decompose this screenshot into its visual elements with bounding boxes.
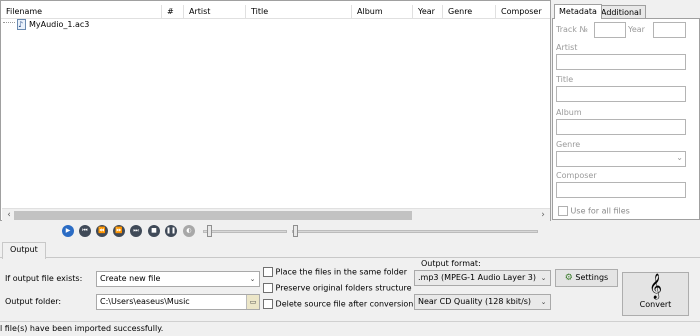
if-exists-select[interactable]: Create new file ⌄ [96,271,260,287]
position-slider[interactable] [292,230,538,233]
scrollbar-thumb[interactable] [14,211,412,220]
preserve-structure-label: Preserve original folders structure [275,283,412,293]
composer-field[interactable] [556,182,686,198]
column-header: Filename # Artist Title Album Year Genre… [1,5,550,19]
chevron-down-icon: ⌄ [540,298,547,306]
album-field[interactable] [556,119,686,135]
artist-label: Artist [556,43,578,52]
artist-field[interactable] [556,54,686,70]
column-album[interactable]: Album [352,5,413,19]
chevron-down-icon: ⌄ [540,274,547,282]
treble-clef-icon: 𝄞 [648,274,662,299]
chevron-down-icon: ⌄ [676,153,683,162]
volume-slider-thumb[interactable] [207,225,212,237]
settings-button[interactable]: ⚙ Settings [555,269,618,287]
quality-value: Near CD Quality (128 kbit/s) [418,297,532,306]
file-list[interactable]: Filename # Artist Title Album Year Genre… [0,0,551,221]
if-exists-value: Create new file [100,274,161,283]
genre-label: Genre [556,140,581,149]
output-settings: If output file exists: Create new file ⌄… [0,257,700,321]
same-folder-option[interactable]: Place the files in the same folder [263,267,407,277]
column-filename[interactable]: Filename [1,5,162,19]
skip-to-end-icon[interactable]: ⏭ [130,225,142,237]
convert-button[interactable]: 𝄞 Convert [622,272,689,316]
column-genre[interactable]: Genre [443,5,496,19]
convert-label: Convert [639,300,672,309]
file-name: MyAudio_1.ac3 [29,20,90,29]
genre-select[interactable]: ⌄ [556,151,686,167]
composer-label: Composer [556,171,597,180]
column-composer[interactable]: Composer [496,5,550,19]
column-number[interactable]: # [162,5,184,19]
column-year[interactable]: Year [413,5,443,19]
year-label: Year [628,25,645,34]
metadata-form: Track № Year Artist Title Album Genre ⌄ … [552,18,700,220]
skip-to-start-icon[interactable]: ⏮ [79,225,91,237]
use-for-all-checkbox[interactable] [558,206,568,216]
fast-forward-icon[interactable]: ⏩ [113,225,125,237]
volume-slider[interactable] [203,230,287,233]
output-folder-field[interactable]: C:\Users\easeus\Music ▭ [96,294,260,310]
volume-icon[interactable]: ◐ [183,225,195,237]
tab-output[interactable]: Output [2,242,46,259]
status-bar: l file(s) have been imported successfull… [0,321,700,336]
column-artist[interactable]: Artist [184,5,246,19]
settings-icon: ⚙ [564,273,573,283]
title-field[interactable] [556,86,686,102]
chevron-down-icon: ⌄ [249,275,256,283]
output-format-value: .mp3 (MPEG-1 Audio Layer 3) [418,273,537,282]
track-label: Track № [556,25,588,34]
stop-icon[interactable]: ■ [148,225,160,237]
metadata-panel: Metadata Additional Track № Year Artist … [552,0,700,221]
use-for-all-label: Use for all files [570,206,630,216]
column-title[interactable]: Title [246,5,352,19]
audio-file-icon [17,18,26,31]
position-slider-thumb[interactable] [293,225,298,237]
play-icon[interactable]: ▶ [62,225,74,237]
delete-source-checkbox[interactable] [263,299,273,309]
status-text: l file(s) have been imported successfull… [0,324,164,333]
settings-label: Settings [575,273,609,282]
delete-source-label: Delete source file after conversion [275,299,414,309]
rewind-icon[interactable]: ⏪ [96,225,108,237]
output-folder-value: C:\Users\easeus\Music [100,297,190,306]
output-format-label: Output format: [421,259,481,268]
track-field[interactable] [594,22,626,38]
use-for-all-option[interactable]: Use for all files [558,206,630,216]
output-tab-bar: Output [0,240,700,259]
preserve-structure-checkbox[interactable] [263,283,273,293]
tree-connector [3,22,15,23]
tab-metadata[interactable]: Metadata [554,4,602,19]
player-toolbar: ▶ ⏮ ⏪ ⏩ ⏭ ■ ❚❚ ◐ [0,221,551,240]
tab-additional[interactable]: Additional [596,5,647,19]
title-label: Title [556,75,574,84]
preserve-structure-option[interactable]: Preserve original folders structure [263,283,412,293]
horizontal-scrollbar[interactable]: ‹ › [2,208,550,221]
folder-icon[interactable]: ▭ [246,295,259,309]
list-item[interactable]: MyAudio_1.ac3 [3,18,89,31]
output-format-select[interactable]: .mp3 (MPEG-1 Audio Layer 3) ⌄ [414,270,551,286]
output-folder-label: Output folder: [5,297,62,306]
album-label: Album [556,108,582,117]
year-field[interactable] [653,22,686,38]
pause-icon[interactable]: ❚❚ [165,225,177,237]
quality-select[interactable]: Near CD Quality (128 kbit/s) ⌄ [414,294,551,310]
delete-source-option[interactable]: Delete source file after conversion [263,299,413,309]
if-exists-label: If output file exists: [5,274,83,283]
same-folder-label: Place the files in the same folder [275,267,407,277]
same-folder-checkbox[interactable] [263,267,273,277]
